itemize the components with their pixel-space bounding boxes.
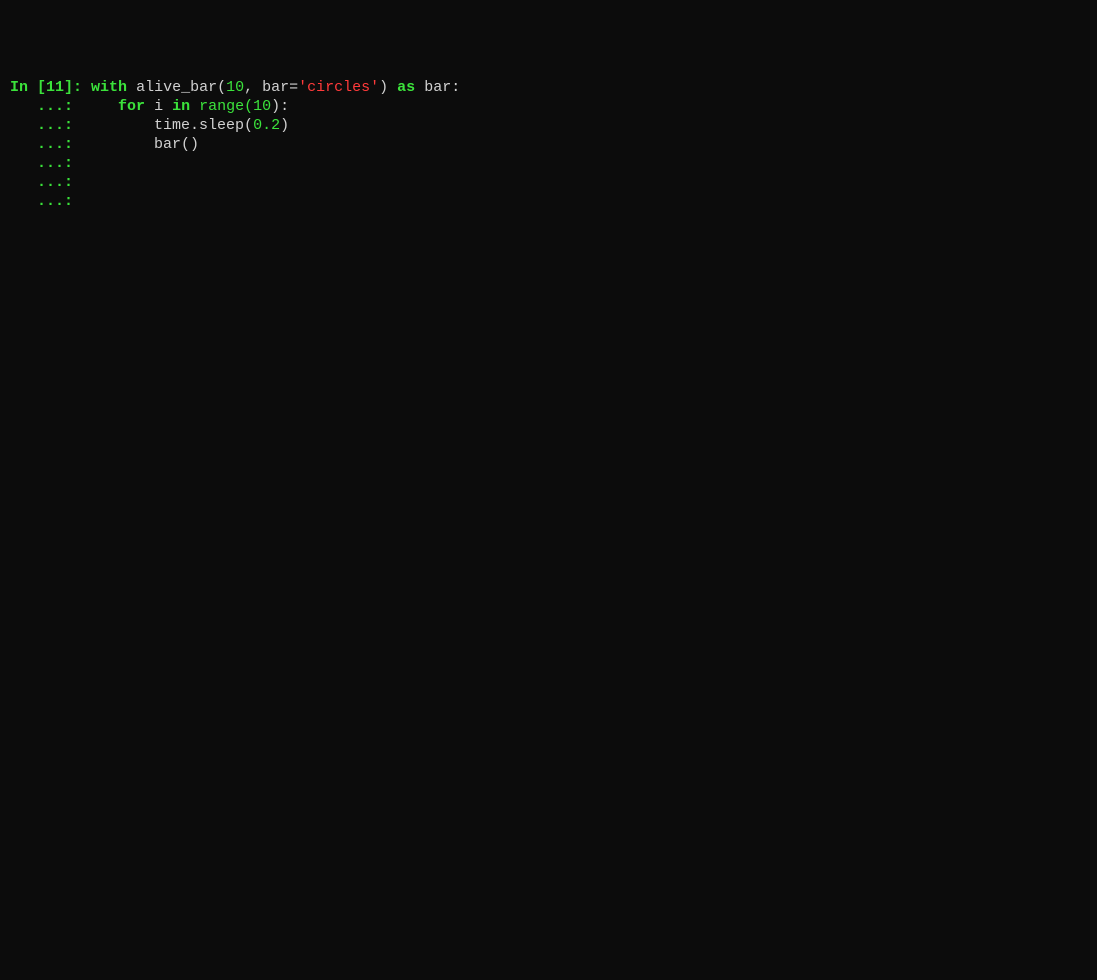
space: [190, 98, 199, 115]
function-call: alive_bar(: [136, 79, 226, 96]
indent: [82, 117, 154, 134]
variable-i: i: [154, 98, 163, 115]
arg-sep: , bar=: [244, 79, 298, 96]
indent: [82, 98, 118, 115]
method-call: time.sleep(: [154, 117, 253, 134]
code-line-4: ...: bar(): [10, 135, 1087, 154]
keyword-in: in: [172, 98, 190, 115]
number-literal: 10: [226, 79, 244, 96]
terminal-output[interactable]: In [11]: with alive_bar(10, bar='circles…: [10, 78, 1087, 211]
continuation-prompt: ...:: [10, 174, 82, 191]
code-line-3: ...: time.sleep(0.2): [10, 116, 1087, 135]
keyword-with: with: [91, 79, 127, 96]
prompt-number: 11: [46, 79, 64, 96]
prompt-in: In [: [10, 79, 46, 96]
close-paren: ): [379, 79, 388, 96]
keyword-for: for: [118, 98, 145, 115]
space: [415, 79, 424, 96]
string-literal: 'circles': [298, 79, 379, 96]
function-call: bar(): [154, 136, 199, 153]
code-line-2: ...: for i in range(10):: [10, 97, 1087, 116]
keyword-as: as: [397, 79, 415, 96]
code-line-5: ...:: [10, 154, 1087, 173]
continuation-prompt: ...:: [10, 155, 82, 172]
space: [145, 98, 154, 115]
space: [163, 98, 172, 115]
code-line-7: ...:: [10, 192, 1087, 211]
variable: bar:: [424, 79, 460, 96]
indent: [82, 136, 154, 153]
close-paren: ): [280, 117, 289, 134]
float-literal: 0.2: [253, 117, 280, 134]
code-line-6: ...:: [10, 173, 1087, 192]
builtin-range: range(: [199, 98, 253, 115]
continuation-prompt: ...:: [10, 117, 82, 134]
code-line-1: In [11]: with alive_bar(10, bar='circles…: [10, 78, 1087, 97]
prompt-close: ]:: [64, 79, 91, 96]
continuation-prompt: ...:: [10, 98, 82, 115]
continuation-prompt: ...:: [10, 193, 82, 210]
space: [388, 79, 397, 96]
continuation-prompt: ...:: [10, 136, 82, 153]
number-literal: 10: [253, 98, 271, 115]
close: ):: [271, 98, 289, 115]
space: [127, 79, 136, 96]
